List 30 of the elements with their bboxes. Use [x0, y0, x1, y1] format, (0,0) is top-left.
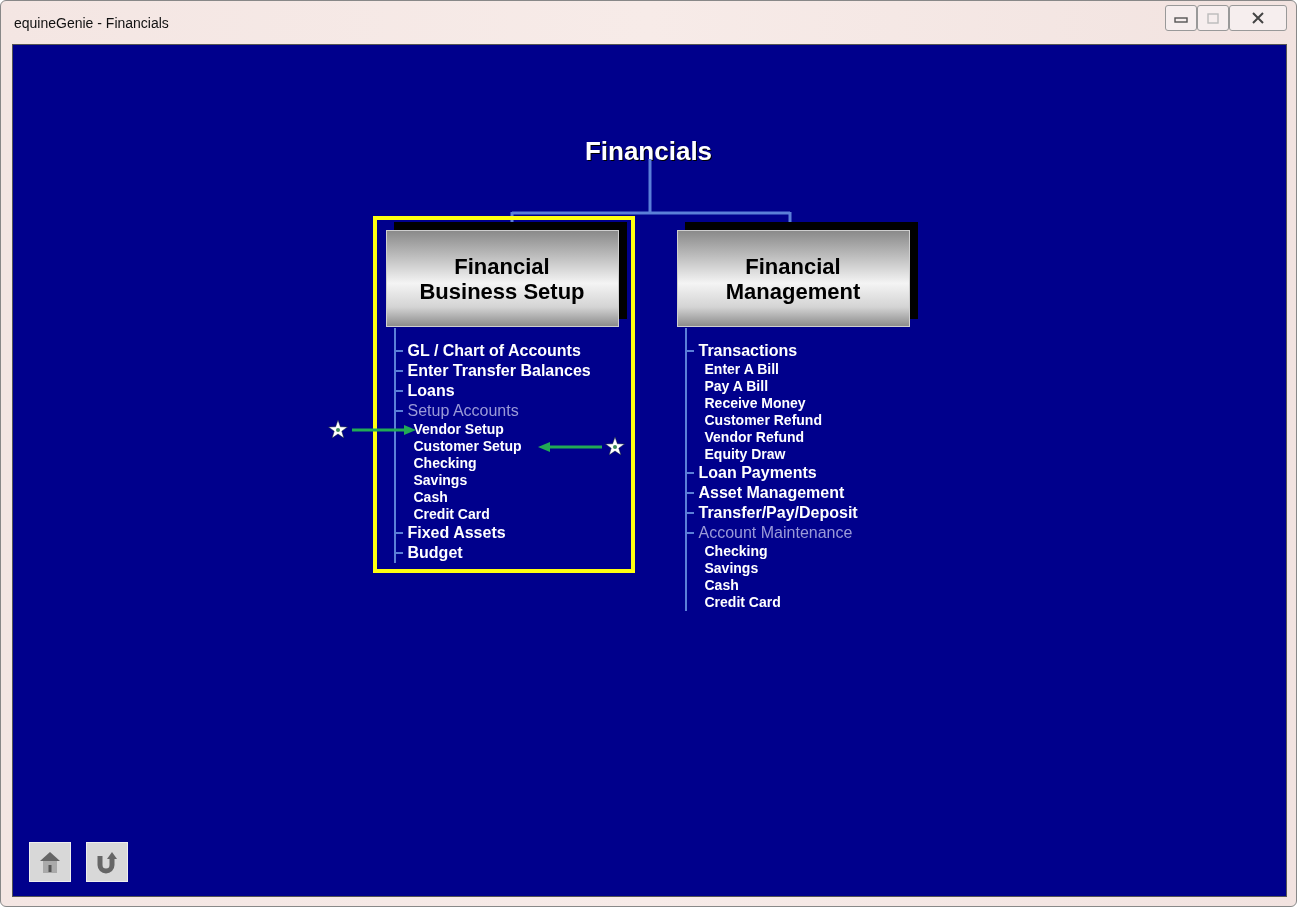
menu-link[interactable]: Customer Refund	[704, 412, 822, 429]
arrow-icon	[537, 442, 602, 452]
menu-link[interactable]: Enter Transfer Balances	[407, 361, 591, 381]
menu-link[interactable]: Loan Payments	[698, 463, 817, 483]
menu-link[interactable]: Budget	[407, 543, 463, 563]
menu-link[interactable]: Vendor Refund	[704, 429, 805, 446]
menu-link[interactable]: Equity Draw	[704, 446, 786, 463]
star-icon	[604, 437, 625, 456]
menu-link[interactable]: Transactions	[698, 341, 798, 361]
menu-link[interactable]: Receive Money	[704, 395, 806, 412]
star-icon	[327, 420, 348, 439]
page-heading: Financials	[584, 135, 713, 167]
u-turn-icon	[95, 850, 119, 874]
home-icon	[39, 850, 61, 874]
menu-link[interactable]: Transfer/Pay/Deposit	[698, 503, 858, 523]
menu-link[interactable]: Enter A Bill	[704, 361, 779, 378]
menu-link[interactable]: Asset Management	[698, 483, 845, 503]
close-button[interactable]	[1229, 5, 1287, 31]
category-label: Account Maintenance	[698, 523, 853, 543]
category-label: Setup Accounts	[407, 401, 519, 421]
window-title: equineGenie - Financials	[13, 14, 169, 31]
maximize-icon	[1207, 12, 1219, 24]
back-button[interactable]	[86, 842, 128, 882]
menu-link[interactable]: Pay A Bill	[704, 378, 769, 395]
close-icon	[1251, 12, 1265, 24]
home-button[interactable]	[29, 842, 71, 882]
minimize-button[interactable]	[1165, 5, 1197, 31]
menu-link[interactable]: Fixed Assets	[407, 523, 506, 543]
menu-link[interactable]: Loans	[407, 381, 455, 401]
menu-link[interactable]: GL / Chart of Accounts	[407, 341, 581, 361]
